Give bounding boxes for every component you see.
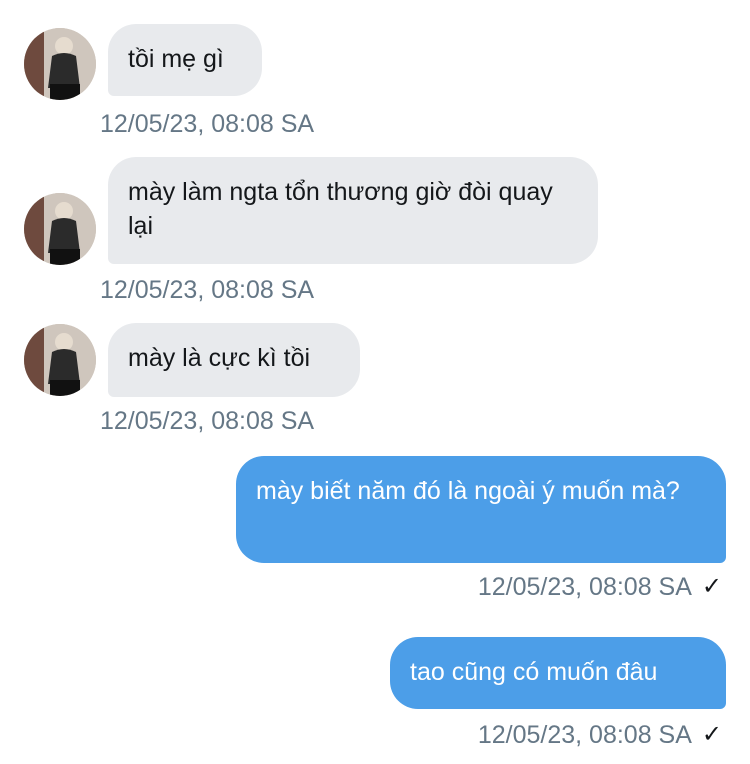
message-bubble-incoming[interactable]: mày làm ngta tổn thương giờ đòi quay lại [108, 157, 598, 264]
avatar[interactable] [24, 324, 96, 396]
message-text: tao cũng có muốn đâu [410, 658, 658, 686]
message-timestamp: 12/05/23, 08:08 SA [100, 110, 315, 138]
message-text: mày làm ngta tổn thương giờ đòi quay lại [128, 178, 553, 240]
message-text: mày biết năm đó là ngoài ý muốn mà? [256, 477, 680, 505]
message-bubble-outgoing[interactable]: tao cũng có muốn đâu [390, 637, 726, 709]
avatar[interactable] [24, 193, 96, 265]
message-meta: 12/05/23, 08:08 SA ✓ [478, 720, 722, 750]
avatar[interactable] [24, 28, 96, 100]
message-bubble-incoming[interactable]: mày là cực kì tồi [108, 323, 360, 397]
message-bubble-outgoing[interactable]: mày biết năm đó là ngoài ý muốn mà? [236, 456, 726, 563]
message-timestamp: 12/05/23, 08:08 SA [100, 407, 315, 435]
message-timestamp: 12/05/23, 08:08 SA [477, 573, 692, 601]
check-icon: ✓ [701, 573, 722, 600]
message-timestamp: 12/05/23, 08:08 SA [477, 721, 692, 749]
check-icon: ✓ [701, 721, 722, 748]
message-bubble-incoming[interactable]: tồi mẹ gì [108, 24, 262, 96]
message-meta: 12/05/23, 08:08 SA ✓ [478, 572, 722, 602]
message-text: tồi mẹ gì [128, 45, 224, 73]
message-timestamp: 12/05/23, 08:08 SA [100, 276, 315, 304]
message-text: mày là cực kì tồi [128, 344, 311, 372]
